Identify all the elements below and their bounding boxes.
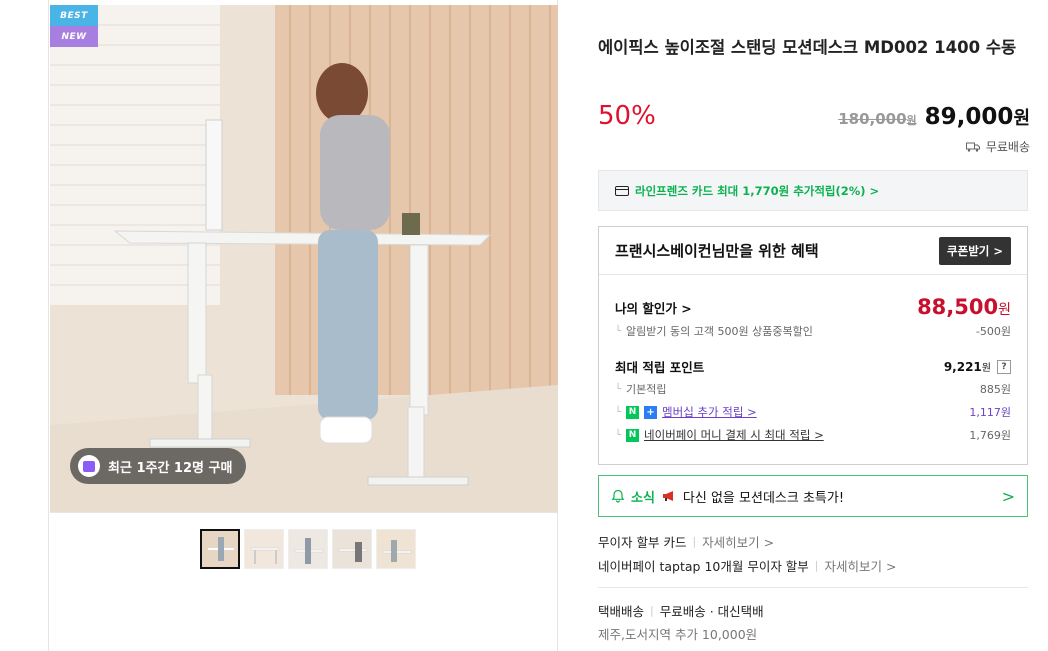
help-icon[interactable]: ? xyxy=(997,359,1011,374)
max-point-row: 최대 적립 포인트 9,221원? xyxy=(615,357,1011,376)
product-gallery: BEST NEW 최근 1주간 12명 구매 xyxy=(48,0,558,651)
benefit-title: 프랜시스베이컨님만을 위한 혜택 xyxy=(615,242,819,260)
thumbnail-3[interactable] xyxy=(288,529,328,569)
desk-photo xyxy=(50,5,558,512)
new-badge: NEW xyxy=(50,26,98,47)
delivery-extra: 제주,도서지역 추가 10,000원 xyxy=(598,627,758,642)
benefit-header: 프랜시스베이컨님만을 위한 혜택 쿠폰받기 > xyxy=(599,227,1027,275)
separator: | xyxy=(692,535,697,548)
alarm-discount-label: 알림받기 동의 고객 500원 상품중복할인 xyxy=(626,325,813,338)
naver-pay-icon: N xyxy=(626,428,640,442)
megaphone-icon xyxy=(662,491,673,501)
best-badge: BEST xyxy=(50,5,98,26)
basic-point-label: 기본적립 xyxy=(626,383,667,396)
thumbnail-4[interactable] xyxy=(332,529,372,569)
installment-card-more-link[interactable]: 자세히보기 > xyxy=(702,532,774,551)
max-point-label: 최대 적립 포인트 xyxy=(615,360,705,375)
news-label: 소식 xyxy=(631,490,655,506)
tree-branch-icon: └ xyxy=(615,325,622,337)
original-price: 180,000원 xyxy=(838,110,917,128)
alarm-discount-value: -500원 xyxy=(975,325,1011,338)
thumbnail-list xyxy=(200,529,416,569)
thumbnail-1[interactable] xyxy=(200,529,240,569)
price-row: 180,000원 89,000원 xyxy=(838,104,1030,130)
npay-link[interactable]: 네이버페이 머니 결제 시 최대 적립 > xyxy=(644,427,824,443)
sale-price: 89,000원 xyxy=(924,104,1030,130)
shipping-label: 무료배송 xyxy=(985,140,1030,154)
card-benefit-text: 라인프렌즈 카드 최대 1,770원 추가적립(2%) > xyxy=(635,183,880,198)
section-divider xyxy=(598,587,1028,588)
membership-point-row: └ N + 멤버십 추가 적립 > 1,117원 xyxy=(615,404,1011,420)
alarm-discount-row: └ 알림받기 동의 고객 500원 상품중복할인 -500원 xyxy=(615,323,1011,339)
chevron-right-icon: > xyxy=(1001,486,1015,506)
shipping-info: 무료배송 xyxy=(965,138,1030,155)
tree-branch-icon: └ xyxy=(615,383,622,395)
news-text: 다신 없을 모션데스크 초특가! xyxy=(682,490,845,506)
npay-point-value: 1,769원 xyxy=(969,429,1011,442)
delivery-type: 택배배송 xyxy=(598,604,645,619)
tree-branch-icon: └ xyxy=(615,429,622,441)
coupon-button[interactable]: 쿠폰받기 > xyxy=(939,236,1011,265)
thumbnail-5[interactable] xyxy=(376,529,416,569)
plus-icon: + xyxy=(644,405,658,419)
thumbnail-2[interactable] xyxy=(244,529,284,569)
my-discount-row: 나의 할인가 > 88,500원 xyxy=(615,295,1011,319)
my-discount-label[interactable]: 나의 할인가 > xyxy=(615,298,692,317)
max-point-value: 9,221원? xyxy=(944,359,1011,374)
truck-icon xyxy=(965,142,980,152)
separator: | xyxy=(650,604,654,617)
npay-installment-line: 네이버페이 taptap 10개월 무이자 할부 | 자세히보기 > xyxy=(598,556,896,575)
product-title: 에이픽스 높이조절 스탠딩 모션데스크 MD002 1400 수동 xyxy=(598,38,1017,57)
installment-card-label: 무이자 할부 카드 xyxy=(598,535,687,550)
npay-point-row: └ N 네이버페이 머니 결제 시 최대 적립 > 1,769원 xyxy=(615,427,1011,443)
installment-card-line: 무이자 할부 카드 | 자세히보기 > xyxy=(598,532,774,551)
discount-rate: 50% xyxy=(598,101,656,131)
separator: | xyxy=(814,559,819,572)
main-product-image[interactable]: BEST NEW 최근 1주간 12명 구매 xyxy=(50,5,558,513)
membership-point-value: 1,117원 xyxy=(969,406,1011,419)
shopping-bag-icon xyxy=(78,455,100,477)
delivery-line: 택배배송 | 무료배송 · 대신택배 xyxy=(598,601,764,620)
card-benefit-banner[interactable]: 라인프렌즈 카드 최대 1,770원 추가적립(2%) > xyxy=(598,170,1028,211)
tree-branch-icon: └ xyxy=(615,406,622,418)
membership-link[interactable]: 멤버십 추가 적립 > xyxy=(662,404,757,420)
delivery-fee: 무료배송 · 대신택배 xyxy=(659,604,764,619)
basic-point-value: 885원 xyxy=(979,383,1011,396)
delivery-extra-line: 제주,도서지역 추가 10,000원 xyxy=(598,624,757,643)
npay-installment-label: 네이버페이 taptap 10개월 무이자 할부 xyxy=(598,559,809,574)
basic-point-row: └ 기본적립 885원 xyxy=(615,381,1011,397)
npay-installment-more-link[interactable]: 자세히보기 > xyxy=(825,556,897,575)
news-bar[interactable]: 소식 다신 없을 모션데스크 초특가! > xyxy=(598,475,1028,517)
recent-purchase-chip: 최근 1주간 12명 구매 xyxy=(70,448,247,484)
recent-purchase-text: 최근 1주간 12명 구매 xyxy=(108,460,233,476)
my-discount-price: 88,500원 xyxy=(917,295,1011,319)
naver-n-icon: N xyxy=(626,405,640,419)
credit-card-icon xyxy=(615,185,629,196)
benefit-box: 프랜시스베이컨님만을 위한 혜택 쿠폰받기 > 나의 할인가 > 88,500원… xyxy=(598,226,1028,465)
bell-icon xyxy=(611,489,625,503)
